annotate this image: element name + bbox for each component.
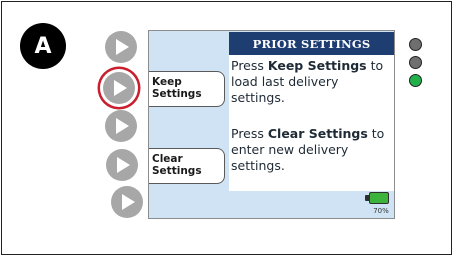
keep-settings-label-line2: Settings xyxy=(152,88,202,100)
clear-settings-message: Press Clear Settings to enter new delive… xyxy=(231,126,385,173)
play-arrow-icon xyxy=(117,157,130,173)
softkey-1-button[interactable] xyxy=(105,31,137,63)
play-arrow-icon xyxy=(114,80,127,96)
battery-icon xyxy=(369,192,389,204)
clear-settings-label-line2: Settings xyxy=(152,165,202,177)
keep-settings-button[interactable]: Keep Settings xyxy=(149,71,225,107)
status-led-3 xyxy=(409,74,422,87)
play-arrow-icon xyxy=(116,39,129,55)
clear-settings-button[interactable]: Clear Settings xyxy=(149,148,225,184)
status-led-1 xyxy=(409,38,422,51)
softkey-3-button[interactable] xyxy=(105,110,137,142)
battery-percent: 70% xyxy=(373,207,389,215)
clear-settings-label-line1: Clear xyxy=(152,153,183,165)
softkey-5-button[interactable] xyxy=(111,186,143,218)
keep-settings-label-line1: Keep xyxy=(152,76,182,88)
device-screen: PRIOR SETTINGS Press Keep Settings to lo… xyxy=(148,30,395,219)
play-arrow-icon xyxy=(122,194,135,210)
play-arrow-icon xyxy=(116,118,129,134)
softkey-2-button[interactable] xyxy=(103,72,135,104)
keep-settings-message: Press Keep Settings to load last deliver… xyxy=(231,58,384,105)
status-led-2 xyxy=(409,56,422,69)
screen-title: PRIOR SETTINGS xyxy=(229,32,394,55)
softkey-4-button[interactable] xyxy=(106,149,138,181)
panel-label: A xyxy=(20,23,66,69)
